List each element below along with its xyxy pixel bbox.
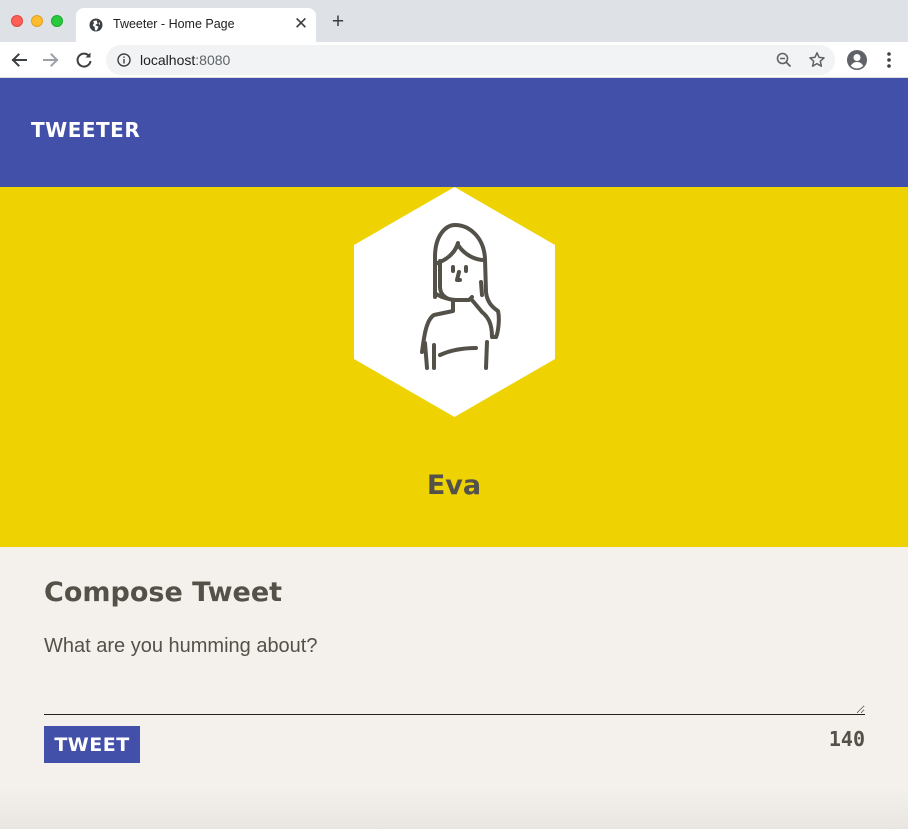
minimize-window-button[interactable] [31, 15, 43, 27]
site-header: TWEETER [0, 78, 908, 187]
forward-arrow-icon[interactable] [40, 49, 62, 71]
avatar-hexagon [354, 187, 555, 417]
zoom-out-icon[interactable] [776, 52, 792, 68]
url-port: :8080 [195, 52, 231, 68]
maximize-window-button[interactable] [51, 15, 63, 27]
address-bar[interactable]: localhost:8080 [106, 45, 835, 75]
url-text[interactable]: localhost:8080 [140, 52, 230, 68]
character-counter: 140 [828, 727, 865, 751]
user-name: Eva [426, 470, 482, 501]
tweet-button[interactable]: TWEET [44, 726, 140, 763]
info-icon[interactable] [117, 53, 131, 67]
bookmark-star-icon[interactable] [808, 51, 826, 69]
more-menu-icon[interactable] [881, 50, 897, 70]
new-tab-button[interactable]: + [328, 11, 348, 32]
tab-title: Tweeter - Home Page [113, 17, 235, 31]
globe-icon [89, 18, 103, 32]
reload-icon[interactable] [73, 49, 95, 71]
url-host: localhost [140, 52, 196, 68]
profile-banner: Eva [0, 187, 908, 547]
compose-section: Compose Tweet TWEET 140 [0, 547, 908, 829]
close-window-button[interactable] [11, 15, 23, 27]
compose-title: Compose Tweet [44, 577, 283, 608]
site-brand-logo[interactable]: TWEETER [31, 118, 140, 142]
profile-avatar-icon[interactable] [846, 49, 868, 71]
browser-tab[interactable]: Tweeter - Home Page ✕ [76, 8, 316, 42]
back-arrow-icon[interactable] [8, 49, 30, 71]
browser-toolbar: localhost:8080 [0, 42, 908, 78]
close-tab-icon[interactable]: ✕ [293, 14, 309, 34]
tweet-textarea[interactable] [44, 635, 865, 715]
browser-tab-bar: Tweeter - Home Page ✕ + [0, 0, 908, 42]
